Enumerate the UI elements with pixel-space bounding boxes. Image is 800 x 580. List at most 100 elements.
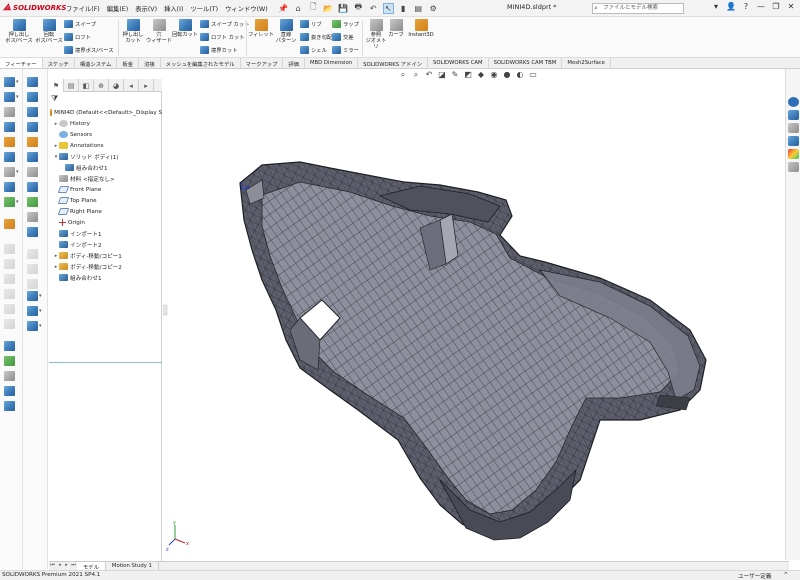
print-icon[interactable]: 🖶 xyxy=(353,2,364,14)
panel-collapse-handle[interactable] xyxy=(162,304,168,316)
dropdown-arrow-icon[interactable]: ▾ xyxy=(39,323,42,329)
display-manager-tab-icon[interactable]: ◕ xyxy=(109,79,124,92)
pin-icon[interactable]: 📌 xyxy=(278,3,289,14)
shell-button[interactable]: シェル xyxy=(300,46,327,54)
undo-icon[interactable]: ↶ xyxy=(368,3,379,14)
apply-scene-icon[interactable]: ◐ xyxy=(515,70,525,80)
tree-item[interactable]: ▸ History xyxy=(49,118,162,129)
dropdown-arrow-icon[interactable]: ▾ xyxy=(16,79,19,85)
feature-tool-icon[interactable] xyxy=(27,107,38,117)
tab-markup[interactable]: マークアップ xyxy=(241,58,284,68)
tab-motion-study[interactable]: Motion Study 1 xyxy=(106,562,159,570)
tab-structure-system[interactable]: 構造システム xyxy=(75,58,118,68)
display-style-icon[interactable] xyxy=(4,92,15,102)
tool-icon[interactable] xyxy=(4,401,15,411)
previous-tab-icon[interactable]: ◂ xyxy=(56,562,63,570)
save-icon[interactable]: 💾 xyxy=(338,3,349,14)
tab-cam-tbm[interactable]: SOLIDWORKS CAM TBM xyxy=(489,58,563,68)
section-view-icon[interactable]: ◪ xyxy=(437,70,447,80)
sketch-curve-icon[interactable] xyxy=(4,197,15,207)
menu-tools[interactable]: ツール(T) xyxy=(190,4,218,13)
tool-icon[interactable] xyxy=(4,356,15,366)
menu-view[interactable]: 表示(V) xyxy=(135,4,157,13)
tree-item[interactable]: ▸ ボディ-移動/コピー2 xyxy=(49,261,162,272)
tab-scroll-right-icon[interactable]: ▸ xyxy=(139,79,154,92)
hide-show-icon[interactable] xyxy=(4,122,15,132)
zoom-to-fit-icon[interactable]: ⌕ xyxy=(398,70,408,80)
mirror-button[interactable]: ミラー xyxy=(332,46,359,54)
tab-features[interactable]: フィーチャー xyxy=(0,58,43,68)
tab-sketch[interactable]: スケッチ xyxy=(43,58,75,68)
help-icon[interactable]: ? xyxy=(741,2,751,11)
status-chevron-icon[interactable]: ⌃ xyxy=(783,571,789,579)
property-manager-tab-icon[interactable]: ▤ xyxy=(64,79,79,92)
feature-tool-icon[interactable] xyxy=(27,137,38,147)
feature-tool-icon[interactable] xyxy=(27,77,38,87)
boundary-boss-button[interactable]: 境界ボス/ベース xyxy=(64,46,114,54)
extrude-cut-button[interactable]: 押し出し カット xyxy=(120,19,146,44)
tab-evaluate[interactable]: 評価 xyxy=(283,58,305,68)
instant3d-button[interactable]: Instant3D xyxy=(406,19,436,38)
tree-item[interactable]: 材料 <指定なし> xyxy=(49,173,162,184)
first-tab-icon[interactable]: ⏮ xyxy=(49,562,56,570)
dropdown-arrow-icon[interactable]: ▾ xyxy=(16,199,19,205)
hide-show-items-icon[interactable]: ◉ xyxy=(489,70,499,80)
view-palette-icon[interactable] xyxy=(788,136,799,146)
edit-appearance-icon[interactable]: ● xyxy=(502,70,512,80)
model-view[interactable]: y x z xyxy=(162,69,785,560)
feature-tool-icon[interactable] xyxy=(27,227,38,237)
search-input[interactable]: ⌕ ファイルとモデル検索 xyxy=(592,3,684,14)
draft-button[interactable]: 抜き勾配 xyxy=(300,33,332,41)
search-dropdown-icon[interactable]: ▾ xyxy=(711,2,721,11)
tree-item[interactable]: MINI4D (Default<<Default>_Display S xyxy=(49,107,162,118)
menu-insert[interactable]: 挿入(I) xyxy=(164,4,183,13)
solidworks-resources-icon[interactable] xyxy=(788,97,799,107)
dropdown-arrow-icon[interactable]: ▾ xyxy=(16,94,19,100)
smart-dimension-icon[interactable] xyxy=(4,182,15,192)
zoom-area-icon[interactable]: ⌕ xyxy=(411,70,421,80)
tab-mesh2surface[interactable]: Mesh2Surface xyxy=(562,58,611,68)
dynamic-annotation-icon[interactable]: ✎ xyxy=(450,70,460,80)
file-properties-icon[interactable]: ▤ xyxy=(413,3,424,14)
feature-tool-icon[interactable] xyxy=(27,122,38,132)
feature-tool-icon[interactable] xyxy=(27,321,38,331)
next-tab-icon[interactable]: ▸ xyxy=(63,562,70,570)
tree-item[interactable]: 組み合わせ1 xyxy=(49,162,162,173)
menu-file[interactable]: ファイル(F) xyxy=(66,4,100,13)
mini4d-part-model[interactable] xyxy=(239,161,707,541)
menu-edit[interactable]: 編集(E) xyxy=(107,4,129,13)
extrude-boss-button[interactable]: 押し出し ボス/ベース xyxy=(4,19,34,44)
feature-tool-icon[interactable] xyxy=(27,152,38,162)
custom-properties-icon[interactable] xyxy=(788,162,799,172)
tree-item[interactable]: ▾ ソリッド ボディ(1) xyxy=(49,151,162,162)
revolve-cut-button[interactable]: 回転カット xyxy=(172,19,198,38)
feature-tool-icon[interactable] xyxy=(27,212,38,222)
dropdown-arrow-icon[interactable]: ▾ xyxy=(39,308,42,314)
feature-tool-icon[interactable] xyxy=(27,167,38,177)
feature-tool-icon[interactable] xyxy=(27,306,38,316)
hole-wizard-button[interactable]: 穴 ウィザード xyxy=(146,19,172,44)
dropdown-arrow-icon[interactable]: ▾ xyxy=(39,293,42,299)
section-view-icon[interactable] xyxy=(4,107,15,117)
monitor-icon[interactable] xyxy=(4,371,15,381)
previous-view-icon[interactable]: ↶ xyxy=(424,70,434,80)
view-settings-icon[interactable] xyxy=(4,167,15,177)
rollback-bar[interactable] xyxy=(49,362,162,363)
sweep-cut-button[interactable]: スイープ カット xyxy=(200,20,249,28)
view-orientation-icon[interactable] xyxy=(4,77,15,87)
loft-cut-button[interactable]: ロフト カット xyxy=(200,33,244,41)
rebuild-icon[interactable]: ▮ xyxy=(398,3,409,14)
edit-appearance-icon[interactable] xyxy=(4,137,15,147)
tree-item[interactable]: ▸ ボディ-移動/コピー1 xyxy=(49,250,162,261)
configuration-manager-tab-icon[interactable]: ◧ xyxy=(79,79,94,92)
tab-addins[interactable]: SOLIDWORKS アドイン xyxy=(358,58,428,68)
linear-pattern-button[interactable]: 直線 パターン xyxy=(274,19,298,44)
options-gear-icon[interactable]: ⚙ xyxy=(428,3,439,14)
pencil-icon[interactable] xyxy=(4,219,15,229)
tool-icon[interactable] xyxy=(4,386,15,396)
curves-button[interactable]: カーブ xyxy=(386,19,406,38)
close-icon[interactable]: ✕ xyxy=(786,2,796,11)
tab-mesh-modeling[interactable]: メッシュを編集されたモデル xyxy=(161,58,241,68)
appearances-icon[interactable] xyxy=(788,149,799,159)
feature-tool-icon[interactable] xyxy=(27,92,38,102)
